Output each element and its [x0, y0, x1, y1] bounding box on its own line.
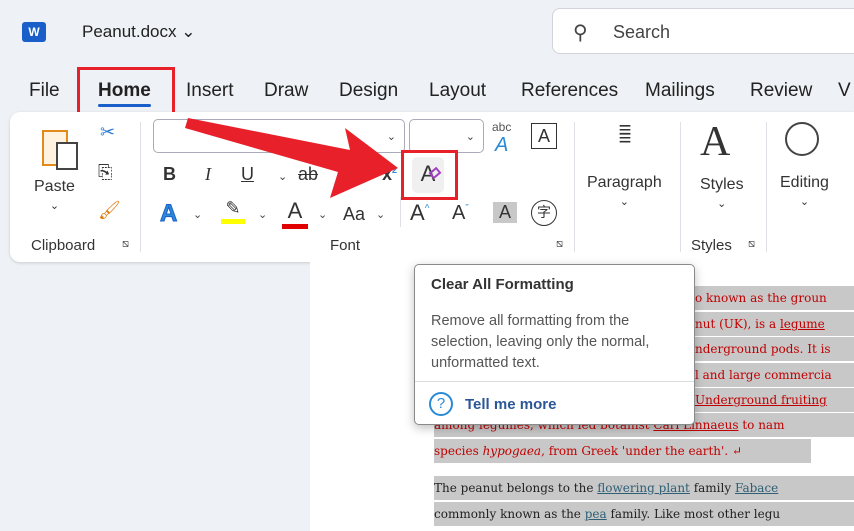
divider — [415, 381, 694, 382]
tooltip-title: Clear All Formatting — [431, 276, 574, 293]
doc-line: Underground fruiting — [695, 388, 854, 412]
doc-line: o known as the groun — [695, 286, 854, 310]
link-fabaceae[interactable]: Fabace — [735, 481, 778, 495]
help-icon[interactable]: ? — [429, 392, 453, 416]
tooltip-body: Remove all formatting from the selection… — [431, 313, 650, 371]
doc-line: species hypogaea, from Greek 'under the … — [434, 439, 811, 463]
clear-formatting-tooltip: Clear All Formatting Remove all formatti… — [414, 264, 695, 425]
link-flowering-plant[interactable]: flowering plant — [597, 481, 690, 495]
doc-line: l and large commercia — [695, 363, 854, 387]
doc-line: The peanut belongs to the flowering plan… — [434, 476, 854, 500]
tell-me-more-link[interactable]: Tell me more — [465, 396, 556, 413]
doc-line: nderground pods. It is — [695, 337, 854, 361]
link-legume[interactable]: legume — [780, 317, 825, 331]
doc-line: commonly known as the pea family. Like m… — [434, 502, 854, 526]
link-pea[interactable]: pea — [585, 507, 607, 521]
doc-line: nut (UK), is a legume — [695, 312, 854, 336]
